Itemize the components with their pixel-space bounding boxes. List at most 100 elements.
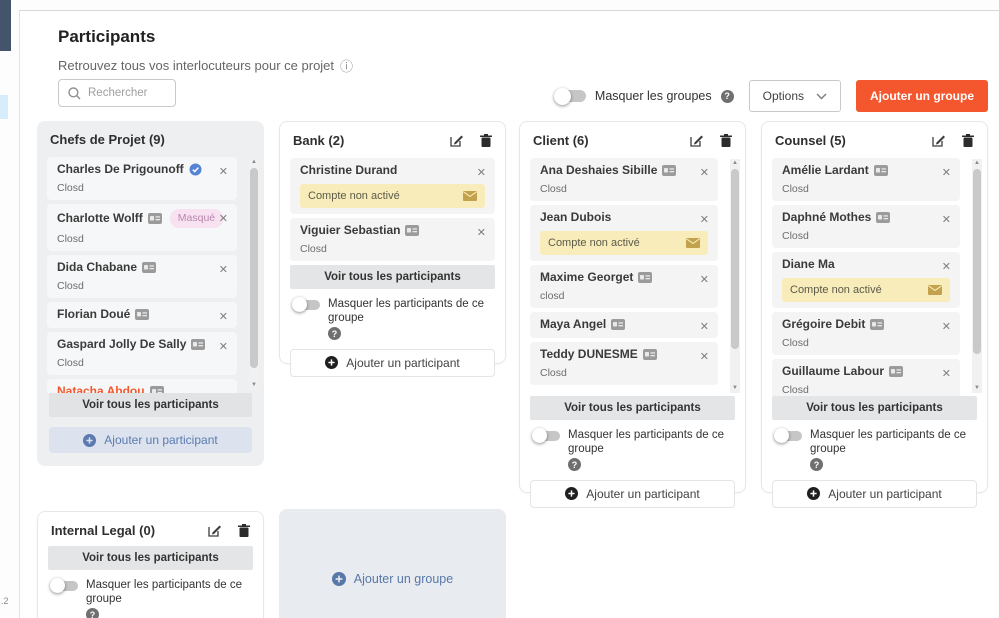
remove-participant-icon[interactable]: ✕ <box>942 320 951 333</box>
help-icon[interactable]: ? <box>86 608 99 618</box>
help-icon[interactable]: ? <box>810 458 823 471</box>
edit-group-icon[interactable] <box>690 134 703 147</box>
participant-company: Closd <box>782 183 936 195</box>
plus-circle-icon <box>807 487 820 500</box>
remove-participant-icon[interactable]: ✕ <box>942 367 951 380</box>
page-footnote: .2 <box>1 596 9 606</box>
remove-participant-icon[interactable]: ✕ <box>219 340 228 353</box>
participant-row[interactable]: Teddy DUNESME Closd ✕ <box>530 342 718 385</box>
add-participant-button[interactable]: Ajouter un participant <box>49 427 252 453</box>
help-icon[interactable]: ? <box>328 327 341 340</box>
delete-group-icon[interactable] <box>962 134 974 147</box>
group-title: Internal Legal (0) <box>51 523 155 538</box>
company-badge-icon <box>638 272 652 283</box>
scroll-up-icon[interactable]: ▲ <box>730 159 740 168</box>
scrollbar[interactable]: ▲ ▼ <box>249 158 259 390</box>
scrollbar-thumb[interactable] <box>731 169 739 349</box>
edit-group-icon[interactable] <box>450 134 463 147</box>
participant-row[interactable]: Christine Durand ✕ Compte non activé <box>290 158 495 214</box>
edit-group-icon[interactable] <box>932 134 945 147</box>
scrollbar[interactable]: ▲ ▼ <box>730 159 740 393</box>
scroll-down-icon[interactable]: ▼ <box>972 384 982 393</box>
hide-group-toggle[interactable] <box>532 428 560 443</box>
view-all-participants-button[interactable]: Voir tous les participants <box>48 546 253 570</box>
add-participant-button[interactable]: Ajouter un participant <box>530 480 735 508</box>
add-participant-button[interactable]: Ajouter un participant <box>290 349 495 377</box>
remove-participant-icon[interactable]: ✕ <box>942 260 951 273</box>
participant-company: Closd <box>782 337 936 349</box>
view-all-participants-button[interactable]: Voir tous les participants <box>772 396 977 420</box>
participant-row[interactable]: Maxime Georget closd ✕ <box>530 265 718 308</box>
participant-row[interactable]: Grégoire Debit Closd ✕ <box>772 312 960 355</box>
scrollbar-thumb[interactable] <box>973 169 981 354</box>
help-icon[interactable]: ? <box>568 458 581 471</box>
participant-row[interactable]: Florian Doué ✕ <box>47 302 237 328</box>
participant-row[interactable]: Maya Angel ✕ <box>530 312 718 338</box>
scroll-down-icon[interactable]: ▼ <box>249 381 259 390</box>
participant-row[interactable]: Jean Dubois ✕ Compte non activé <box>530 205 718 261</box>
participant-name: Maya Angel <box>540 317 606 332</box>
delete-group-icon[interactable] <box>480 134 492 147</box>
scroll-down-icon[interactable]: ▼ <box>730 384 740 393</box>
participant-row[interactable]: Amélie Lardant Closd ✕ <box>772 158 960 201</box>
remove-participant-icon[interactable]: ✕ <box>219 212 228 225</box>
participant-row[interactable]: Charles De Prigounoff Closd ✕ <box>47 157 237 200</box>
hide-group-toggle[interactable] <box>292 297 320 312</box>
edit-group-icon[interactable] <box>208 524 221 537</box>
view-all-participants-button[interactable]: Voir tous les participants <box>290 265 495 289</box>
account-not-activated-banner: Compte non activé <box>300 184 485 208</box>
participant-row[interactable]: Dida Chabane Closd ✕ <box>47 255 237 298</box>
scrollbar[interactable]: ▲ ▼ <box>972 159 982 393</box>
participant-list: Amélie Lardant Closd ✕ <box>762 156 987 396</box>
page-root: .2 Participants Retrouvez tous vos inter… <box>0 0 999 618</box>
scrollbar-thumb[interactable] <box>250 168 258 368</box>
envelope-icon[interactable] <box>463 191 477 201</box>
participant-name: Natacha Abdou <box>57 384 145 393</box>
participant-row[interactable]: Ana Deshaies Sibille Closd ✕ <box>530 158 718 201</box>
participant-row[interactable]: Diane Ma ✕ Compte non activé <box>772 252 960 308</box>
remove-participant-icon[interactable]: ✕ <box>477 166 486 179</box>
remove-participant-icon[interactable]: ✕ <box>219 310 228 323</box>
remove-participant-icon[interactable]: ✕ <box>942 213 951 226</box>
remove-participant-icon[interactable]: ✕ <box>219 165 228 178</box>
remove-participant-icon[interactable]: ✕ <box>700 350 709 363</box>
company-badge-icon <box>148 213 162 224</box>
participant-company: closd <box>540 290 694 302</box>
company-badge-icon <box>874 165 888 176</box>
remove-participant-icon[interactable]: ✕ <box>219 263 228 276</box>
hide-group-control: Masquer les participants de ce groupe ? <box>532 428 733 472</box>
participants-panel: Participants Retrouvez tous vos interloc… <box>19 10 999 618</box>
hide-group-control: Masquer les participants de ce groupe ? <box>292 297 493 341</box>
plus-circle-icon <box>565 487 578 500</box>
envelope-icon[interactable] <box>686 238 700 248</box>
participant-name: Charles De Prigounoff <box>57 162 184 177</box>
view-all-participants-button[interactable]: Voir tous les participants <box>49 393 252 417</box>
envelope-icon[interactable] <box>928 285 942 295</box>
remove-participant-icon[interactable]: ✕ <box>700 320 709 333</box>
add-group-zone-label: Ajouter un groupe <box>354 572 453 586</box>
remove-participant-icon[interactable]: ✕ <box>477 226 486 239</box>
participant-row[interactable]: Viguier Sebastian Closd ✕ <box>290 218 495 261</box>
view-all-participants-button[interactable]: Voir tous les participants <box>530 396 735 420</box>
remove-participant-icon[interactable]: ✕ <box>700 273 709 286</box>
participant-row[interactable]: Charlotte Wolff Masqué Closd ✕ <box>47 204 237 251</box>
account-not-activated-banner: Compte non activé <box>540 231 708 255</box>
hide-group-toggle[interactable] <box>50 578 78 593</box>
group-header: Counsel (5) <box>762 122 987 156</box>
participant-row[interactable]: Guillaume Labour Closd ✕ <box>772 359 960 396</box>
participant-row[interactable]: Natacha Abdou <box>47 379 237 393</box>
participant-row[interactable]: Daphné Mothes Closd ✕ <box>772 205 960 248</box>
remove-participant-icon[interactable]: ✕ <box>700 213 709 226</box>
participant-row[interactable]: Gaspard Jolly De Sally Closd ✕ <box>47 332 237 375</box>
participant-name: Florian Doué <box>57 307 130 322</box>
add-group-zone[interactable]: Ajouter un groupe <box>279 509 506 618</box>
hide-group-toggle[interactable] <box>774 428 802 443</box>
scroll-up-icon[interactable]: ▲ <box>972 159 982 168</box>
scroll-up-icon[interactable]: ▲ <box>249 158 259 167</box>
plus-circle-icon <box>332 572 346 586</box>
delete-group-icon[interactable] <box>720 134 732 147</box>
add-participant-button[interactable]: Ajouter un participant <box>772 480 977 508</box>
remove-participant-icon[interactable]: ✕ <box>942 166 951 179</box>
remove-participant-icon[interactable]: ✕ <box>700 166 709 179</box>
delete-group-icon[interactable] <box>238 524 250 537</box>
